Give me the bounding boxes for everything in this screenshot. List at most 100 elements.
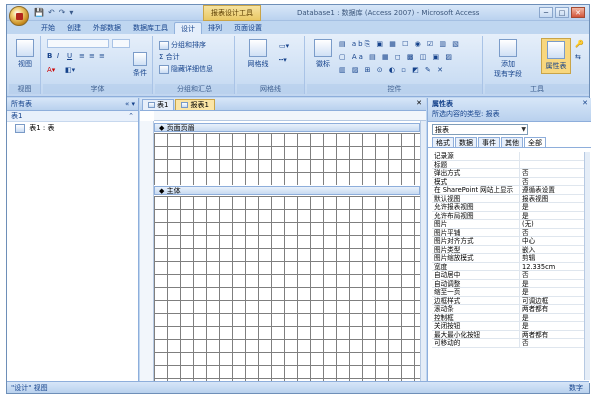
font-name-box[interactable]	[47, 39, 109, 48]
property-row[interactable]: 宽度 12.335cm	[432, 262, 584, 271]
property-row[interactable]: 记录源	[432, 152, 584, 161]
conditional-format-button[interactable]: 条件	[129, 52, 151, 78]
align-center-icon[interactable]: ≡	[89, 52, 95, 60]
nav-collapse-icon[interactable]: « ▾	[125, 98, 135, 111]
key-icon[interactable]: 🔑	[575, 40, 584, 48]
group-sort-button[interactable]: 分组和排序	[159, 40, 206, 50]
nav-group-table1[interactable]: 表1 ⌃	[7, 111, 138, 122]
doc-tab-report1[interactable]: 报表1	[175, 99, 215, 110]
add-fields-button[interactable]: 添加 现有字段	[491, 39, 525, 79]
property-value[interactable]: 12.335cm	[520, 263, 584, 270]
property-row[interactable]: 图片缩放模式 剪辑	[432, 254, 584, 263]
property-value[interactable]: 否	[520, 271, 584, 278]
tab-database-tools[interactable]: 数据库工具	[127, 22, 174, 34]
italic-button[interactable]: I	[57, 52, 59, 60]
control-icons-row2[interactable]: ▢ Aa ▤ ▦ ◻ ▩ ◫ ▣ ▨	[339, 53, 454, 61]
gridlines-button[interactable]: 网格线	[243, 39, 273, 69]
property-value[interactable]: 是	[520, 314, 584, 321]
property-row[interactable]: 模式否	[432, 177, 584, 186]
font-size-box[interactable]	[112, 39, 130, 48]
property-value[interactable]: 可调边框	[520, 297, 584, 304]
property-value[interactable]: 否	[520, 169, 584, 176]
fill-color-icon[interactable]: ◧▾	[65, 66, 75, 74]
property-value[interactable]	[520, 152, 584, 160]
property-value[interactable]: 遵循表设置	[520, 186, 584, 193]
tab-design[interactable]: 设计	[174, 22, 202, 34]
property-value[interactable]: 两者都有	[520, 305, 584, 312]
prop-tab-format[interactable]: 格式	[432, 137, 454, 147]
property-value[interactable]: 是	[520, 280, 584, 287]
doc-tab-table1[interactable]: 表1	[142, 99, 175, 110]
property-value[interactable]: 嵌入	[520, 246, 584, 253]
undo-icon[interactable]: ↶	[48, 8, 55, 17]
view-button[interactable]: 视图	[13, 39, 37, 69]
property-row[interactable]: 允许布局视图是	[432, 211, 584, 220]
nav-header[interactable]: 所有表 « ▾	[7, 98, 138, 111]
property-row[interactable]: 图片类型 嵌入	[432, 245, 584, 254]
property-row[interactable]: 图片对齐方式 中心	[432, 237, 584, 246]
logo-button[interactable]: 徽标	[311, 39, 335, 69]
tab-home[interactable]: 开始	[35, 22, 61, 34]
tab-order-icon[interactable]: ⇆	[575, 53, 581, 61]
section-page-header[interactable]: ◆ 页面页眉	[154, 123, 420, 132]
tab-external-data[interactable]: 外部数据	[87, 22, 127, 34]
property-row[interactable]: 在 SharePoint 网站上显示 遵循表设置	[432, 186, 584, 195]
customize-qat-icon[interactable]: ▾	[69, 8, 73, 17]
line-style-icon[interactable]: ┅▾	[279, 56, 287, 64]
property-value[interactable]: 否	[520, 178, 584, 185]
prop-tab-other[interactable]: 其他	[501, 137, 523, 147]
underline-button[interactable]: U	[67, 52, 72, 60]
prop-tab-event[interactable]: 事件	[478, 137, 500, 147]
property-value[interactable]: 中心	[520, 237, 584, 244]
line-width-icon[interactable]: ▭▾	[279, 42, 289, 50]
hide-details-button[interactable]: 隐藏详细信息	[159, 64, 213, 74]
redo-icon[interactable]: ↷	[59, 8, 66, 17]
selection-dropdown[interactable]: 报表	[432, 124, 528, 135]
property-row[interactable]: 图片 (无)	[432, 220, 584, 229]
report-design-surface[interactable]: ◆ 页面页眉 ◆ 主体	[140, 111, 426, 383]
tab-page-setup[interactable]: 页面设置	[228, 22, 268, 34]
property-row[interactable]: 默认视图 报表视图	[432, 194, 584, 203]
property-value[interactable]: (无)	[520, 220, 584, 227]
property-scrollbar[interactable]	[584, 152, 590, 380]
property-value[interactable]: 剪辑	[520, 254, 584, 261]
property-row[interactable]: 边框样式 可调边框	[432, 296, 584, 305]
design-vertical-scrollbar[interactable]	[420, 121, 426, 383]
section-detail[interactable]: ◆ 主体	[154, 186, 420, 195]
save-icon[interactable]: 💾	[34, 8, 44, 17]
property-row[interactable]: 最大最小化按钮 两者都有	[432, 330, 584, 339]
property-value[interactable]: 否	[520, 339, 584, 346]
prop-tab-all[interactable]: 全部	[524, 137, 546, 147]
property-value[interactable]: 是	[520, 322, 584, 329]
totals-button[interactable]: Σ 合计	[159, 52, 180, 62]
align-left-icon[interactable]: ≡	[79, 52, 85, 60]
prop-tab-data[interactable]: 数据	[455, 137, 477, 147]
property-value[interactable]: 是	[520, 203, 584, 210]
property-value[interactable]: 否	[520, 229, 584, 236]
property-row[interactable]: 滚动条 两者都有	[432, 305, 584, 314]
property-value[interactable]: 是	[520, 212, 584, 219]
detail-grid[interactable]	[154, 196, 420, 383]
align-right-icon[interactable]: ≡	[99, 52, 105, 60]
property-value[interactable]	[520, 161, 584, 169]
property-value[interactable]: 报表视图	[520, 195, 584, 202]
property-row[interactable]: 缩至一页是	[432, 288, 584, 297]
property-sheet-button[interactable]: 属性表	[541, 38, 571, 74]
office-button[interactable]	[9, 6, 29, 26]
property-sheet-close-icon[interactable]: ✕	[582, 99, 588, 107]
property-row[interactable]: 可移动的否	[432, 339, 584, 348]
property-row[interactable]: 控制框是	[432, 313, 584, 322]
tab-create[interactable]: 创建	[61, 22, 87, 34]
maximize-button[interactable]: □	[555, 7, 569, 18]
minimize-button[interactable]: ─	[539, 7, 553, 18]
control-icons-row1[interactable]: ▤ ab⎘ ▣ ▦ ☐ ◉ ☑ ▥ ▧	[339, 40, 461, 49]
property-row[interactable]: 弹出方式否	[432, 169, 584, 178]
property-row[interactable]: 自动调整是	[432, 279, 584, 288]
tab-arrange[interactable]: 排列	[202, 22, 228, 34]
nav-item-table1[interactable]: 表1 : 表	[7, 122, 138, 134]
close-button[interactable]: ✕	[571, 7, 585, 18]
font-color-icon[interactable]: A▾	[47, 66, 55, 74]
bold-button[interactable]: B	[47, 52, 52, 60]
page-header-grid[interactable]	[154, 133, 420, 185]
property-row[interactable]: 自动居中否	[432, 271, 584, 280]
